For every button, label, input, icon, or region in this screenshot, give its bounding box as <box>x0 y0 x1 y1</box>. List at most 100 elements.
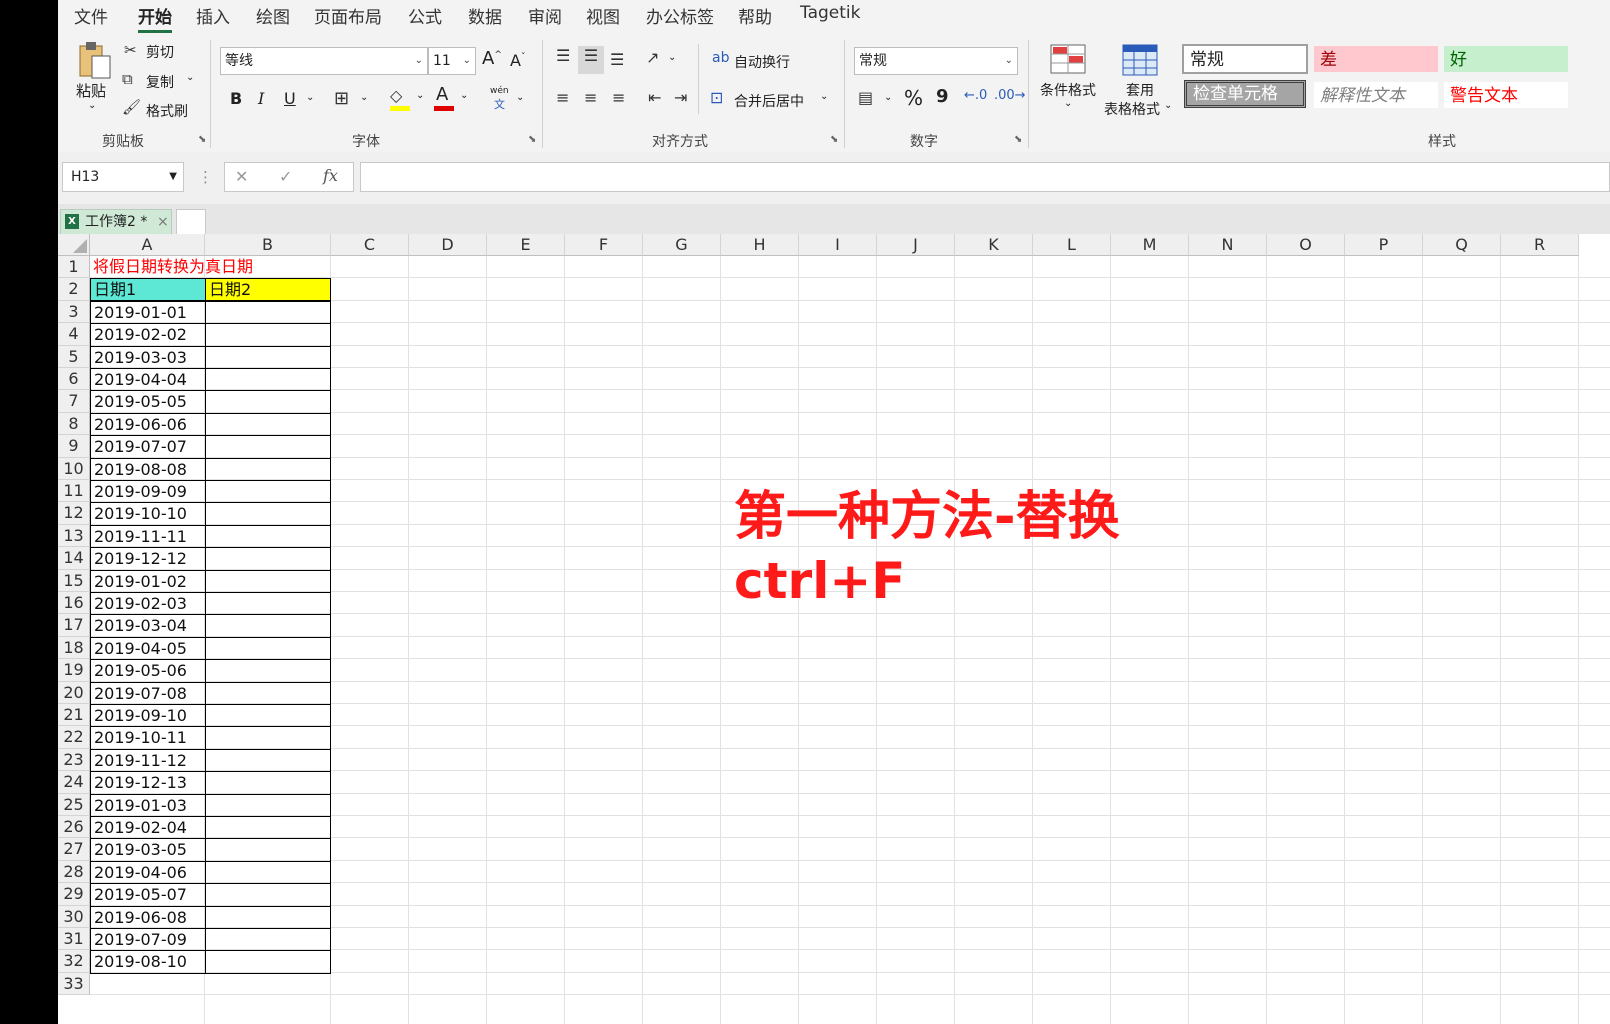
column-header-f[interactable]: F <box>565 234 643 256</box>
date-cell-b[interactable] <box>205 950 331 974</box>
row-header[interactable]: 18 <box>58 636 90 660</box>
row-header[interactable]: 24 <box>58 771 90 794</box>
column-header-r[interactable]: R <box>1501 234 1579 256</box>
date-cell-a[interactable]: 2019-05-07 <box>90 883 206 907</box>
column-header-h[interactable]: H <box>721 234 799 256</box>
row-header[interactable]: 15 <box>58 569 90 592</box>
date-cell-b[interactable] <box>205 569 331 593</box>
date-cell-b[interactable] <box>205 748 331 773</box>
menu-page-layout[interactable]: 页面布局 <box>314 3 382 28</box>
date-cell-b[interactable] <box>205 390 331 414</box>
menu-file[interactable]: 文件 <box>74 3 108 28</box>
row-header[interactable]: 8 <box>58 412 90 436</box>
date-cell-b[interactable] <box>205 704 331 728</box>
date-cell-b[interactable] <box>205 860 331 885</box>
decrease-indent-icon[interactable]: ⇤ <box>648 88 661 107</box>
row-header[interactable]: 3 <box>58 300 90 324</box>
date-cell-b[interactable] <box>205 502 331 526</box>
date-cell-a[interactable]: 2019-02-04 <box>90 816 206 840</box>
date-cell-a[interactable]: 2019-09-09 <box>90 480 206 504</box>
menu-review[interactable]: 审阅 <box>528 3 562 28</box>
column-header-i[interactable]: I <box>799 234 877 256</box>
border-icon[interactable]: ⊞ <box>334 88 349 109</box>
sheet-title-cell[interactable]: 将假日期转换为真日期 <box>90 256 390 278</box>
date-cell-a[interactable]: 2019-02-03 <box>90 592 206 616</box>
date-cell-a[interactable]: 2019-11-11 <box>90 524 206 549</box>
formula-input[interactable] <box>360 162 1610 192</box>
row-header[interactable]: 9 <box>58 435 90 458</box>
date-cell-a[interactable]: 2019-05-06 <box>90 659 206 683</box>
style-bad[interactable]: 差 <box>1314 46 1438 72</box>
date-cell-a[interactable]: 2019-01-01 <box>90 300 206 325</box>
align-bottom-icon[interactable]: ☰ <box>610 50 624 69</box>
column-header-j[interactable]: J <box>877 234 955 256</box>
new-tab-button[interactable] <box>176 209 206 234</box>
date-cell-a[interactable]: 2019-02-02 <box>90 323 206 347</box>
accounting-icon[interactable]: ▤ <box>858 88 873 107</box>
date-cell-b[interactable] <box>205 883 331 907</box>
cancel-icon[interactable]: ✕ <box>235 167 248 186</box>
column-header-k[interactable]: K <box>955 234 1033 256</box>
bold-button[interactable]: B <box>230 89 242 108</box>
column-header-e[interactable]: E <box>487 234 565 256</box>
increase-indent-icon[interactable]: ⇥ <box>674 88 687 107</box>
copy-button[interactable]: 复制 <box>146 72 174 92</box>
column-header-d[interactable]: D <box>409 234 487 256</box>
date-cell-a[interactable]: 2019-03-05 <box>90 838 206 862</box>
date-cell-a[interactable]: 2019-01-03 <box>90 793 206 817</box>
date-cell-b[interactable] <box>205 659 331 683</box>
row-header[interactable]: 33 <box>58 972 90 996</box>
date-cell-b[interactable] <box>205 726 331 750</box>
wrap-text-button[interactable]: 自动换行 <box>734 52 790 72</box>
date-cell-b[interactable] <box>205 771 331 795</box>
style-good[interactable]: 好 <box>1444 46 1568 72</box>
date-cell-a[interactable]: 2019-07-09 <box>90 928 206 952</box>
row-header[interactable]: 16 <box>58 592 90 615</box>
date-cell-b[interactable] <box>205 480 331 504</box>
align-top-icon[interactable]: ☰ <box>556 46 570 65</box>
row-header[interactable]: 4 <box>58 323 90 346</box>
underline-button[interactable]: U <box>284 89 296 108</box>
chevron-down-icon[interactable]: ⌄ <box>186 72 194 83</box>
date-cell-b[interactable] <box>205 435 331 459</box>
row-header[interactable]: 32 <box>58 950 90 973</box>
menu-tagetik[interactable]: Tagetik <box>800 3 860 23</box>
style-explanatory[interactable]: 解释性文本 <box>1314 82 1438 108</box>
row-header[interactable]: 6 <box>58 368 90 391</box>
column-header-m[interactable]: M <box>1111 234 1189 256</box>
row-header[interactable]: 14 <box>58 547 90 570</box>
increase-decimal-icon[interactable]: ←.0 <box>964 88 987 103</box>
dialog-launcher-icon[interactable]: ⬊ <box>528 134 536 145</box>
font-name-select[interactable]: 等线 ⌄ <box>220 47 428 75</box>
date-cell-a[interactable]: 2019-05-05 <box>90 390 206 414</box>
date-cell-b[interactable] <box>205 681 331 705</box>
date-cell-b[interactable] <box>205 524 331 549</box>
dialog-launcher-icon[interactable]: ⬊ <box>1014 134 1022 145</box>
orientation-icon[interactable]: ↗ <box>646 48 659 67</box>
row-header[interactable]: 22 <box>58 726 90 749</box>
column-header-n[interactable]: N <box>1189 234 1267 256</box>
chevron-down-icon[interactable]: ⌄ <box>360 92 368 103</box>
date-cell-b[interactable] <box>205 323 331 347</box>
menu-view[interactable]: 视图 <box>586 3 620 28</box>
date-cell-b[interactable] <box>205 793 331 817</box>
style-normal[interactable]: 常规 <box>1182 44 1308 74</box>
chevron-down-icon[interactable]: ⌄ <box>668 52 676 63</box>
date-cell-a[interactable]: 2019-12-12 <box>90 547 206 571</box>
chevron-down-icon[interactable]: ⌄ <box>820 91 828 102</box>
date-cell-a[interactable]: 2019-04-06 <box>90 860 206 885</box>
column-header-g[interactable]: G <box>643 234 721 256</box>
date-cell-a[interactable]: 2019-07-07 <box>90 435 206 459</box>
paste-button[interactable]: 粘贴 ⌄ <box>74 40 116 120</box>
row-header[interactable]: 11 <box>58 480 90 503</box>
menu-insert[interactable]: 插入 <box>196 3 230 28</box>
merge-center-button[interactable]: 合并后居中 <box>734 91 804 111</box>
column-header-l[interactable]: L <box>1033 234 1111 256</box>
row-header[interactable]: 30 <box>58 905 90 928</box>
date-cell-b[interactable] <box>205 345 331 369</box>
row-header[interactable]: 17 <box>58 614 90 637</box>
column-header-q[interactable]: Q <box>1423 234 1501 256</box>
chevron-down-icon[interactable]: ⌄ <box>884 92 892 103</box>
insert-function-icon[interactable]: fx <box>323 166 338 185</box>
worksheet-grid[interactable]: ABCDEFGHIJKLMNOPQR 1 2 3 4 5 6 7 8 9 10 11 12 13 14 15… <box>58 234 1610 1024</box>
